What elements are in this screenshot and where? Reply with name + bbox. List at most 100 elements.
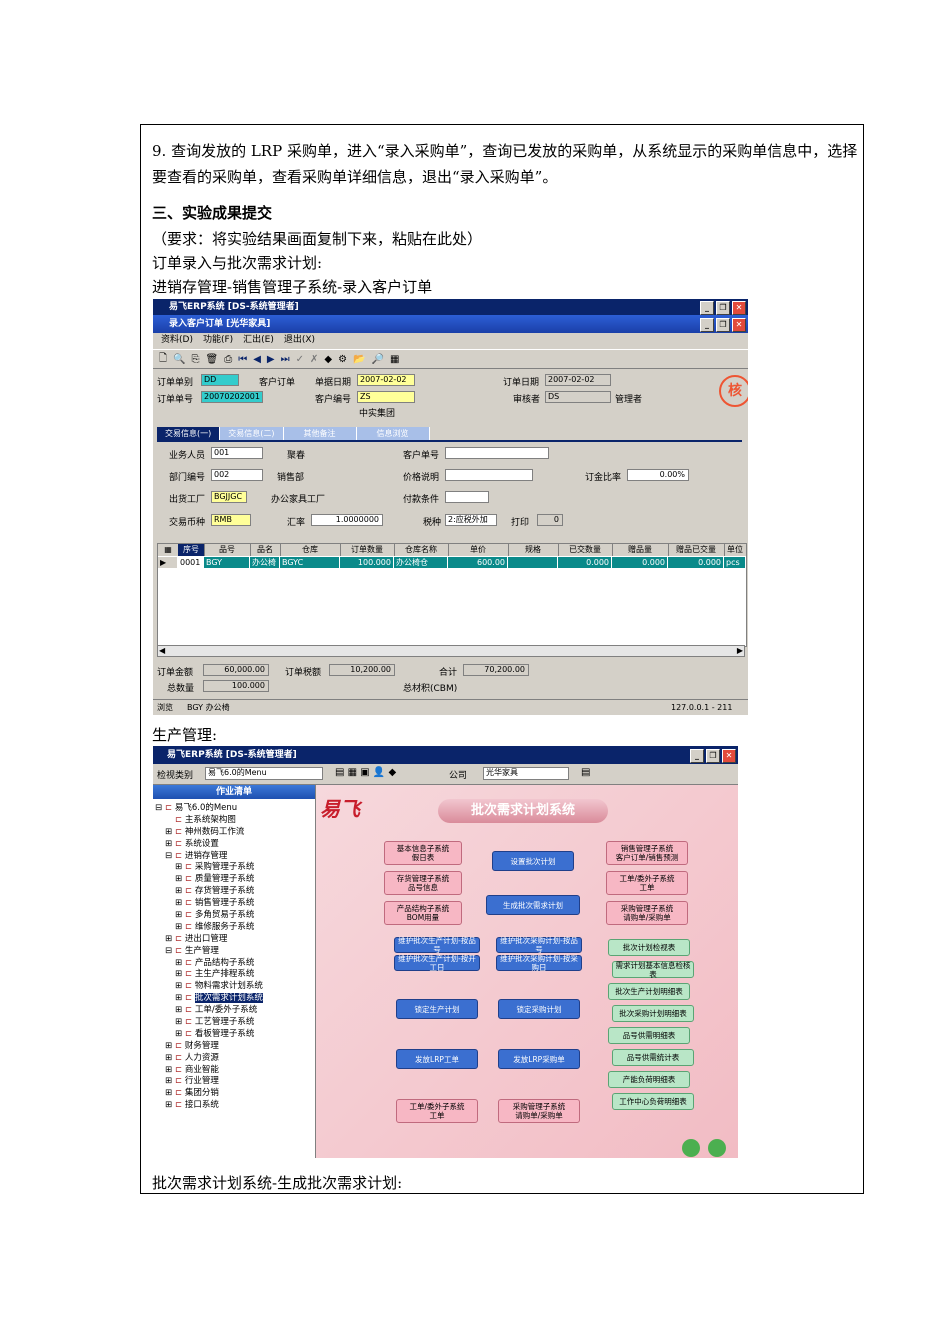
print-icon[interactable]: ⎙ bbox=[224, 354, 232, 365]
expand-icon[interactable]: ⊞ bbox=[165, 934, 175, 946]
tree-item[interactable]: ⊞ ⊏ 进出口管理 bbox=[155, 934, 313, 946]
rate-field[interactable]: 1.0000000 bbox=[311, 514, 383, 526]
flow-set-plan[interactable]: 设置批次计划 bbox=[492, 851, 574, 871]
tree-item[interactable]: ⊞ ⊏ 工单/委外子系统 bbox=[155, 1005, 313, 1017]
tree-item[interactable]: ⊞ ⊏ 多角贸易子系统 bbox=[155, 910, 313, 922]
flow-generate-plan[interactable]: 生成批次需求计划 bbox=[486, 895, 580, 915]
menu-function[interactable]: 功能(F) bbox=[203, 333, 233, 347]
expand-icon[interactable]: ⊞ bbox=[165, 839, 175, 851]
report-item[interactable]: 工作中心负荷明细表 bbox=[612, 1093, 694, 1110]
flow-maintain-prod-item[interactable]: 维护批次生产计划-按品号 bbox=[394, 936, 480, 954]
col-unit[interactable]: 单位 bbox=[724, 544, 747, 556]
flow-lock-production[interactable]: 锁定生产计划 bbox=[396, 999, 478, 1019]
tree-item[interactable]: ⊞ ⊏ 主生产排程系统 bbox=[155, 969, 313, 981]
expand-icon[interactable]: ⊞ bbox=[165, 1100, 175, 1112]
tab-remarks[interactable]: 其他备注 bbox=[283, 427, 357, 440]
expand-icon[interactable]: ⊞ bbox=[165, 1088, 175, 1100]
close-icon[interactable]: ✕ bbox=[732, 301, 746, 315]
expand-icon[interactable]: ⊞ bbox=[175, 958, 185, 970]
flow-src-purchase[interactable]: 采购管理子系统 请购单/采购单 bbox=[606, 901, 688, 925]
col-item-no[interactable]: 品号 bbox=[204, 544, 251, 556]
expand-icon[interactable]: ⊞ bbox=[165, 827, 175, 839]
prod-minimize-icon[interactable]: _ bbox=[690, 749, 704, 763]
tree-item[interactable]: ⊞ ⊏ 人力资源 bbox=[155, 1053, 313, 1065]
cell-gift-delivered[interactable]: 0.000 bbox=[668, 557, 724, 568]
tree-item[interactable]: ⊞ ⊏ 物料需求计划系统 bbox=[155, 981, 313, 993]
report-item[interactable]: 批次采购计划明细表 bbox=[612, 1005, 694, 1022]
deposit-ratio-field[interactable]: 0.00% bbox=[627, 469, 689, 481]
tree-item[interactable]: ⊞ ⊏ 神州数码工作流 bbox=[155, 827, 313, 839]
collapse-icon[interactable]: ⊟ bbox=[165, 851, 175, 863]
prev-icon[interactable]: ◀ bbox=[253, 354, 261, 365]
col-warehouse-name[interactable]: 仓库名称 bbox=[394, 544, 449, 556]
tree-item[interactable]: ⊞ ⊏ 存货管理子系统 bbox=[155, 886, 313, 898]
menu-export[interactable]: 汇出(E) bbox=[243, 333, 274, 347]
order-no-field[interactable]: 20070202001 bbox=[201, 391, 263, 403]
grid-icon[interactable]: ▦ bbox=[390, 354, 399, 365]
expand-icon[interactable]: ⊞ bbox=[165, 1076, 175, 1088]
horizontal-scrollbar[interactable]: ◀ ▶ bbox=[157, 645, 745, 657]
tree-item[interactable]: ⊏ 主系统架构图 bbox=[155, 815, 313, 827]
expand-icon[interactable]: ⊞ bbox=[175, 922, 185, 934]
col-warehouse[interactable]: 仓库 bbox=[280, 544, 341, 556]
report-item[interactable]: 产能负荷明细表 bbox=[608, 1071, 690, 1088]
col-item-name[interactable]: 品名 bbox=[250, 544, 281, 556]
expand-icon[interactable]: ⊞ bbox=[175, 993, 185, 1005]
tree-item[interactable]: ⊞ ⊏ 销售管理子系统 bbox=[155, 898, 313, 910]
flow-src-basic[interactable]: 基本信息子系统 假日表 bbox=[384, 841, 462, 865]
scroll-left-icon[interactable]: ◀ bbox=[159, 646, 165, 655]
flow-release-lrp-workorder[interactable]: 发放LRP工单 bbox=[396, 1049, 478, 1069]
report-item[interactable]: 批次计划检视表 bbox=[608, 939, 690, 956]
expand-icon[interactable]: ⊞ bbox=[165, 1041, 175, 1053]
next-icon[interactable]: ▶ bbox=[267, 354, 275, 365]
cell-warehouse-name[interactable]: 办公椅仓 bbox=[394, 557, 448, 568]
expand-icon[interactable]: ⊞ bbox=[165, 1065, 175, 1077]
new-icon[interactable]: 🗋 bbox=[159, 351, 167, 368]
customer-no-field[interactable]: ZS bbox=[357, 391, 415, 403]
flow-maintain-purch-date[interactable]: 维护批次采购计划-按采购日 bbox=[496, 954, 582, 972]
tree-item[interactable]: ⊞ ⊏ 系统设置 bbox=[155, 839, 313, 851]
tab-trade-info-1[interactable]: 交易信息(一) bbox=[157, 427, 221, 440]
report-item[interactable]: 品号供需统计表 bbox=[612, 1049, 694, 1066]
cancel-icon[interactable]: ✗ bbox=[310, 354, 318, 365]
tree-item[interactable]: ⊞ ⊏ 产品结构子系统 bbox=[155, 958, 313, 970]
expand-icon[interactable]: ⊞ bbox=[175, 1017, 185, 1029]
payment-terms-field[interactable] bbox=[445, 491, 489, 503]
settings-icon[interactable]: ⚙ bbox=[338, 354, 347, 365]
copy-icon[interactable]: ⎘ bbox=[192, 354, 200, 365]
dept-no-field[interactable]: 002 bbox=[211, 469, 263, 481]
flow-dst-purchase[interactable]: 采购管理子系统 请购单/采购单 bbox=[498, 1099, 580, 1123]
currency-field[interactable]: RMB bbox=[211, 514, 251, 526]
expand-icon[interactable]: ⊞ bbox=[175, 874, 185, 886]
col-seq[interactable]: 序号 bbox=[178, 544, 205, 556]
cell-item-no[interactable]: BGY bbox=[204, 557, 250, 568]
grid-corner-icon[interactable]: ▦ bbox=[158, 544, 179, 556]
tree-item[interactable]: ⊟ ⊏ 进销存管理 bbox=[155, 851, 313, 863]
minimize-icon[interactable]: _ bbox=[700, 301, 714, 315]
flow-lock-purchase[interactable]: 锁定采购计划 bbox=[498, 999, 580, 1019]
doc-date-field[interactable]: 2007-02-02 bbox=[357, 374, 415, 386]
cell-gift-qty[interactable]: 0.000 bbox=[612, 557, 668, 568]
prod-restore-icon[interactable]: ❐ bbox=[706, 749, 720, 763]
query-icon[interactable]: 🔍 bbox=[173, 354, 185, 365]
tree-item[interactable]: ⊟ ⊏ 易飞6.0的Menu bbox=[155, 803, 313, 815]
view-type-select[interactable]: 易飞6.0的Menu bbox=[205, 767, 323, 780]
scroll-right-icon[interactable]: ▶ bbox=[737, 646, 743, 655]
cell-seq[interactable]: 0001 bbox=[178, 557, 204, 568]
col-gift-qty[interactable]: 赠品量 bbox=[612, 544, 669, 556]
nav-back-icon[interactable] bbox=[682, 1139, 700, 1157]
flow-src-bom[interactable]: 产品结构子系统 BOM用量 bbox=[384, 901, 462, 925]
expand-icon[interactable]: ⊞ bbox=[175, 886, 185, 898]
collapse-icon[interactable]: ⊟ bbox=[165, 946, 175, 958]
cell-item-name[interactable]: 办公椅 bbox=[250, 557, 280, 568]
expand-icon[interactable]: ⊞ bbox=[175, 898, 185, 910]
tree-item[interactable]: ⊞ ⊏ 工艺管理子系统 bbox=[155, 1017, 313, 1029]
last-icon[interactable]: ⏭ bbox=[281, 354, 290, 365]
flow-maintain-prod-date[interactable]: 维护批次生产计划-按开工日 bbox=[394, 954, 480, 972]
expand-icon[interactable]: ⊞ bbox=[175, 862, 185, 874]
flow-src-workorder[interactable]: 工单/委外子系统 工单 bbox=[606, 871, 688, 895]
confirm-icon[interactable]: ✓ bbox=[296, 354, 304, 365]
col-order-qty[interactable]: 订单数量 bbox=[340, 544, 395, 556]
cell-order-qty[interactable]: 100.000 bbox=[340, 557, 394, 568]
company-select[interactable]: 光华家具 bbox=[483, 767, 569, 780]
